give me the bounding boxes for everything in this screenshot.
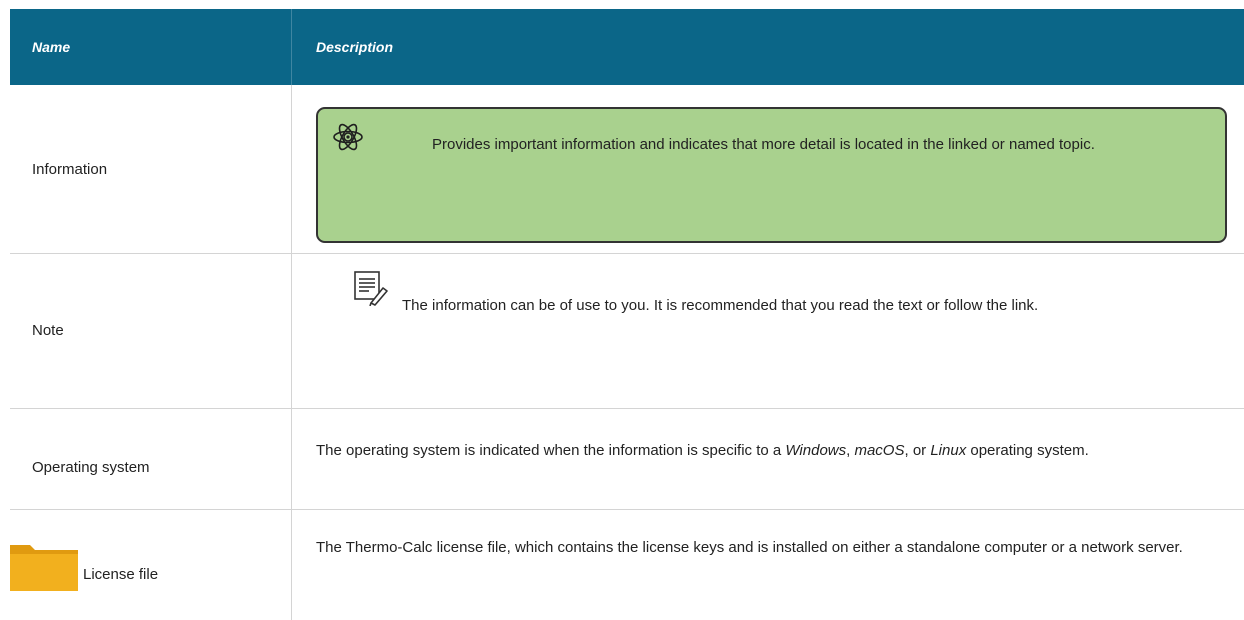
folder-icon <box>10 545 78 591</box>
note-description: The information can be of use to you. It… <box>402 297 1039 314</box>
table-header: Name Description <box>10 9 1244 85</box>
windows-label: Windows <box>785 442 847 459</box>
license-file-description: The Thermo-Calc license file, which cont… <box>316 539 1183 556</box>
header-description: Description <box>316 39 394 55</box>
column-divider <box>291 85 292 253</box>
header-name: Name <box>32 39 71 55</box>
row-name-license-file: License file <box>83 566 159 583</box>
column-divider <box>291 409 292 509</box>
macos-label: macOS <box>854 442 905 459</box>
table-row-information: Information Provides important informati… <box>10 85 1244 254</box>
information-description: Provides important information and indic… <box>432 136 1095 153</box>
operating-system-description: The operating system is indicated when t… <box>316 442 1089 459</box>
linux-label: Linux <box>930 442 967 459</box>
row-name-information: Information <box>32 161 108 178</box>
table-row-license-file: License file The Thermo-Calc license fil… <box>10 510 1244 620</box>
row-name-note: Note <box>32 322 64 339</box>
table-row-note: Note The information can be of use to yo… <box>10 254 1244 409</box>
table-row-operating-system: Operating system The operating system is… <box>10 409 1244 510</box>
information-callout: Provides important information and indic… <box>316 107 1227 243</box>
note-pencil-icon <box>354 271 388 306</box>
conventions-table: Name Description Information Provides im… <box>10 9 1244 620</box>
header-divider <box>291 9 292 85</box>
atom-information-icon <box>333 123 363 151</box>
row-name-operating-system: Operating system <box>32 459 150 476</box>
column-divider <box>291 510 292 620</box>
column-divider <box>291 254 292 408</box>
